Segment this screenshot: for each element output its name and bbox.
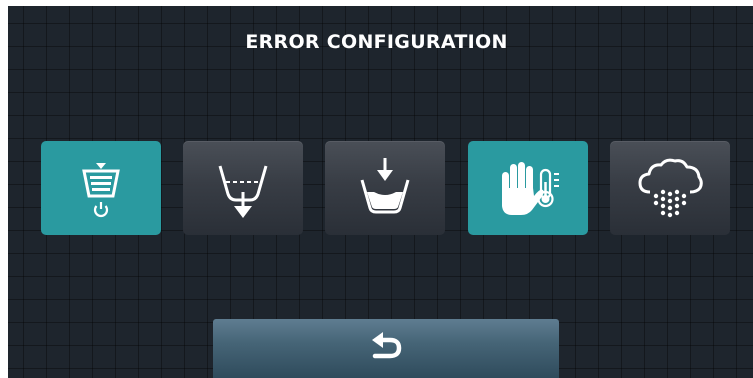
- drum-power-icon: [71, 152, 131, 224]
- hand-temperature-button[interactable]: [468, 141, 588, 235]
- steam-button[interactable]: [610, 141, 730, 235]
- fill-button[interactable]: [325, 141, 445, 235]
- screen-frame-left: [0, 0, 8, 378]
- back-arrow-icon: [366, 331, 406, 367]
- page-title: ERROR CONFIGURATION: [245, 31, 508, 53]
- drain-button[interactable]: [183, 141, 303, 235]
- back-button[interactable]: [213, 319, 559, 378]
- drain-water-icon: [208, 152, 278, 224]
- fill-water-icon: [350, 152, 420, 224]
- drum-power-button[interactable]: [41, 141, 161, 235]
- hand-temperature-icon: [488, 152, 568, 224]
- screen-frame-top: [0, 0, 753, 6]
- steam-cloud-icon: [630, 152, 710, 224]
